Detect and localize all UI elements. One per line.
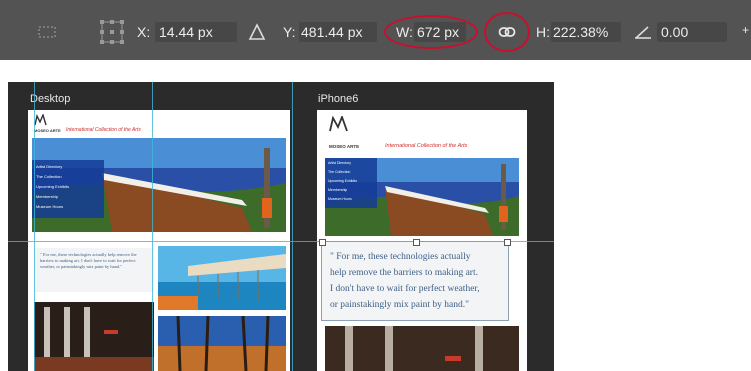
y-input[interactable]: 481.44 px — [301, 23, 363, 41]
guide-vertical[interactable] — [34, 82, 35, 371]
logo-text: MOSEO ARTE — [34, 128, 61, 133]
nav-item[interactable]: Upcoming Exhibits — [328, 179, 357, 183]
quote-line-1: " For me, these technologies actually — [330, 252, 471, 262]
w-label: W: — [396, 24, 413, 40]
photo-interior — [34, 302, 154, 371]
x-input[interactable]: 14.44 px — [159, 23, 213, 41]
quote-block-phone[interactable]: " For me, these technologies actually he… — [321, 241, 509, 321]
nav-item[interactable]: Museum Hours — [328, 197, 352, 201]
link-icon[interactable] — [498, 24, 516, 40]
artboard-label-iphone[interactable]: iPhone6 — [318, 93, 358, 105]
angle-input[interactable]: 0.00 — [661, 23, 688, 41]
nav-box: Artist Directory The Collection Upcoming… — [32, 160, 104, 218]
photo-interior-phone — [325, 326, 519, 371]
h-label-fragment: H: — [536, 24, 550, 40]
nav-item[interactable]: The Collection — [36, 174, 62, 179]
angle-icon — [633, 23, 653, 41]
quote-block-desktop: " For me, these technologies actually he… — [34, 248, 154, 292]
nav-item[interactable]: Artist Directory — [36, 164, 62, 169]
quote-line-3: I don't have to wait for perfect weather… — [330, 284, 480, 294]
selection-handle[interactable] — [413, 239, 420, 246]
transform-reference-icon[interactable] — [98, 18, 126, 46]
selection-handle[interactable] — [504, 239, 511, 246]
logo-text-phone: MOSEO ARTE — [329, 144, 360, 149]
artboard-label-desktop[interactable]: Desktop — [30, 93, 70, 105]
nav-item[interactable]: Membership — [36, 194, 58, 199]
nav-item[interactable]: Museum Hours — [36, 204, 63, 209]
y-label: Y: — [283, 24, 296, 40]
document-canvas[interactable]: Desktop iPhone6 MOSEO ARTE International… — [8, 82, 554, 371]
guide-horizontal[interactable] — [8, 241, 554, 242]
quote-line-2: help remove the barriers to making art. — [330, 268, 478, 278]
painting-pier — [158, 246, 286, 310]
nav-item[interactable]: Artist Directory — [328, 161, 351, 165]
delta-icon — [248, 23, 266, 41]
nav-item[interactable]: The Collection — [328, 170, 350, 174]
quote-line-4: or painstakingly mix paint by hand." — [330, 300, 469, 310]
logo-mark — [34, 112, 48, 126]
h-input[interactable]: 222.38% — [553, 23, 608, 41]
w-input[interactable]: 672 px — [417, 23, 459, 41]
collection-title: International Collection of the Arts — [66, 127, 141, 133]
collection-title-phone: International Collection of the Arts — [385, 143, 468, 149]
guide-vertical[interactable] — [152, 82, 153, 371]
nav-item[interactable]: Membership — [328, 188, 347, 192]
painting-forest — [158, 316, 286, 371]
options-bar: X: 14.44 px Y: 481.44 px W: 672 px H: 22… — [0, 0, 751, 60]
nav-box-phone: Artist Directory The Collection Upcoming… — [325, 158, 377, 208]
guide-vertical[interactable] — [292, 82, 293, 371]
align-icon[interactable] — [36, 24, 58, 40]
x-label: X: — [137, 24, 151, 40]
quote-text-desktop: " For me, these technologies actually he… — [40, 252, 137, 269]
nav-item[interactable]: Upcoming Exhibits — [36, 184, 69, 189]
logo-mark-phone — [329, 114, 349, 132]
plus-icon[interactable]: + — [742, 21, 749, 39]
selection-handle[interactable] — [319, 239, 326, 246]
